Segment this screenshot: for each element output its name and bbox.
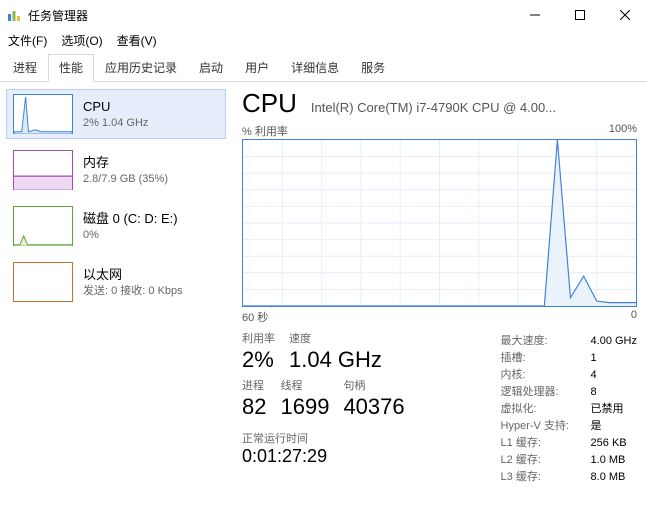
stat-proc-value: 82	[242, 393, 266, 421]
panel-cpu-model: Intel(R) Core(TM) i7-4790K CPU @ 4.00...	[311, 100, 556, 115]
tab-details[interactable]: 详细信息	[280, 54, 350, 82]
window-controls	[512, 0, 647, 30]
tab-services[interactable]: 服务	[350, 54, 396, 82]
meta-hyperv-v: 是	[591, 418, 602, 435]
sidebar-disk-sub: 0%	[83, 228, 178, 242]
stat-handle-label: 句柄	[343, 380, 404, 393]
stat-handle-value: 40376	[343, 393, 404, 421]
performance-panel: CPU Intel(R) Core(TM) i7-4790K CPU @ 4.0…	[232, 82, 647, 520]
menu-file[interactable]: 文件(F)	[8, 32, 47, 49]
window-title: 任务管理器	[28, 7, 88, 24]
meta-virt-k: 虚拟化:	[501, 401, 591, 418]
ethernet-thumb-icon	[13, 262, 73, 302]
panel-title: CPU	[242, 88, 297, 119]
stat-proc-label: 进程	[242, 380, 266, 393]
performance-sidebar: CPU 2% 1.04 GHz 内存 2.8/7.9 GB (35%)	[0, 82, 232, 520]
cpu-utilization-chart	[242, 139, 637, 307]
stat-util-label: 利用率	[242, 333, 275, 346]
sidebar-disk-title: 磁盘 0 (C: D: E:)	[83, 210, 178, 228]
tab-users[interactable]: 用户	[234, 54, 280, 82]
sidebar-cpu-sub: 2% 1.04 GHz	[83, 116, 148, 130]
sidebar-item-ethernet[interactable]: 以太网 发送: 0 接收: 0 Kbps	[6, 257, 226, 307]
tab-processes[interactable]: 进程	[2, 54, 48, 82]
stat-thread-label: 线程	[280, 380, 329, 393]
sidebar-net-title: 以太网	[83, 266, 183, 284]
meta-l2-v: 1.0 MB	[591, 452, 626, 469]
meta-l1-v: 256 KB	[591, 435, 627, 452]
chart-topleft-label: % 利用率	[242, 123, 288, 139]
sidebar-cpu-title: CPU	[83, 98, 148, 116]
stat-speed-label: 速度	[289, 333, 382, 346]
menu-view[interactable]: 查看(V)	[117, 32, 157, 49]
titlebar: 任务管理器	[0, 0, 647, 30]
minimize-button[interactable]	[512, 0, 557, 30]
stat-util-value: 2%	[242, 346, 275, 374]
chart-bottomleft-label: 60 秒	[242, 309, 268, 325]
tab-apphistory[interactable]: 应用历史记录	[94, 54, 188, 82]
meta-l3-v: 8.0 MB	[591, 469, 626, 486]
sidebar-net-sub: 发送: 0 接收: 0 Kbps	[83, 284, 183, 298]
cpu-thumb-icon	[13, 94, 73, 134]
tab-startup[interactable]: 启动	[188, 54, 234, 82]
meta-lprocs-v: 8	[591, 384, 597, 401]
sidebar-item-disk[interactable]: 磁盘 0 (C: D: E:) 0%	[6, 201, 226, 251]
stat-thread-value: 1699	[280, 393, 329, 421]
meta-sockets-v: 1	[591, 350, 597, 367]
meta-lprocs-k: 逻辑处理器:	[501, 384, 591, 401]
disk-thumb-icon	[13, 206, 73, 246]
chart-topright-label: 100%	[609, 123, 637, 139]
meta-l2-k: L2 缓存:	[501, 452, 591, 469]
sidebar-item-cpu[interactable]: CPU 2% 1.04 GHz	[6, 89, 226, 139]
maximize-button[interactable]	[557, 0, 602, 30]
app-icon	[6, 7, 22, 23]
chart-bottomright-label: 0	[631, 309, 637, 325]
cpu-meta: 最大速度:4.00 GHz 插槽:1 内核:4 逻辑处理器:8 虚拟化:已禁用 …	[501, 333, 637, 486]
stat-uptime-value: 0:01:27:29	[242, 446, 405, 467]
tab-performance[interactable]: 性能	[48, 54, 94, 82]
memory-thumb-icon	[13, 150, 73, 190]
close-button[interactable]	[602, 0, 647, 30]
meta-cores-v: 4	[591, 367, 597, 384]
stat-speed-value: 1.04 GHz	[289, 346, 382, 374]
meta-l3-k: L3 缓存:	[501, 469, 591, 486]
meta-maxspeed-v: 4.00 GHz	[591, 333, 637, 350]
sidebar-mem-sub: 2.8/7.9 GB (35%)	[83, 172, 168, 186]
menu-option[interactable]: 选项(O)	[61, 32, 102, 49]
meta-hyperv-k: Hyper-V 支持:	[501, 418, 591, 435]
meta-l1-k: L1 缓存:	[501, 435, 591, 452]
stat-uptime-label: 正常运行时间	[242, 430, 405, 446]
sidebar-item-memory[interactable]: 内存 2.8/7.9 GB (35%)	[6, 145, 226, 195]
sidebar-mem-title: 内存	[83, 154, 168, 172]
meta-maxspeed-k: 最大速度:	[501, 333, 591, 350]
meta-sockets-k: 插槽:	[501, 350, 591, 367]
tabstrip: 进程 性能 应用历史记录 启动 用户 详细信息 服务	[0, 53, 647, 82]
menubar: 文件(F) 选项(O) 查看(V)	[0, 30, 647, 53]
meta-cores-k: 内核:	[501, 367, 591, 384]
meta-virt-v: 已禁用	[591, 401, 624, 418]
